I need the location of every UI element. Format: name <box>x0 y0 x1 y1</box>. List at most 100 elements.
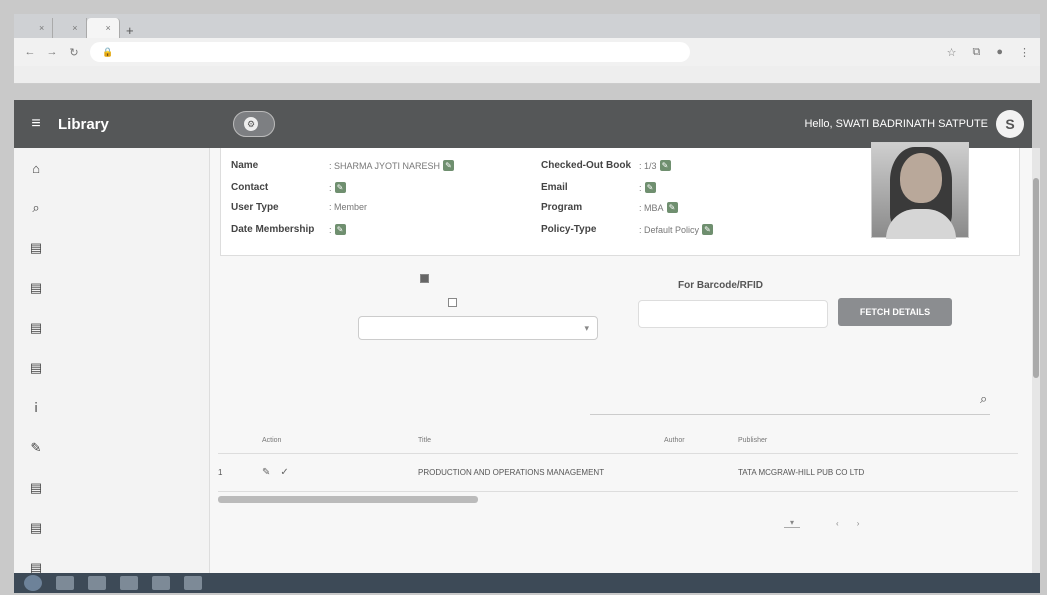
hamburger-menu-icon[interactable]: ≡ <box>14 115 58 133</box>
policy-value: : Default Policy ✎ <box>639 224 714 235</box>
browser-tab-active[interactable]: × <box>86 18 120 38</box>
prev-page-icon[interactable]: ‹ <box>836 519 839 528</box>
policy-text: : Default Policy <box>639 224 700 235</box>
taskbar-app[interactable] <box>120 576 138 590</box>
library-icon: ⚙ <box>244 117 258 131</box>
app-title: Library <box>58 115 109 133</box>
column-header[interactable]: Title <box>418 437 664 444</box>
close-icon[interactable]: × <box>72 23 77 33</box>
taskbar-app[interactable] <box>184 576 202 590</box>
row-number: 1 <box>218 468 223 477</box>
profile-icon[interactable]: ● <box>996 46 1003 59</box>
edit-icon[interactable]: ✎ <box>659 160 671 171</box>
policy-label: Policy-Type <box>541 224 597 235</box>
sidebar-item[interactable]: ⌕ <box>14 188 209 228</box>
contact-label: Contact <box>231 182 269 193</box>
column-header[interactable]: Author <box>664 437 738 444</box>
edit-icon[interactable]: ✎ <box>262 467 270 478</box>
bookmarks-bar <box>14 66 1040 84</box>
table-header: Action Title Author Publisher <box>218 428 1018 454</box>
search-icon[interactable]: ⌕ <box>980 391 987 407</box>
library-selector[interactable]: ⚙ <box>233 111 275 137</box>
edit-icon[interactable]: ✎ <box>644 182 656 193</box>
edit-icon[interactable]: ✎ <box>702 224 714 235</box>
back-icon[interactable]: ← <box>24 46 36 58</box>
program-text: : MBA <box>639 202 664 213</box>
user-type-value: : Member <box>329 202 368 212</box>
horizontal-scrollbar[interactable] <box>218 496 478 503</box>
extensions-icon[interactable]: ⧉ <box>972 46 980 59</box>
avatar[interactable]: S <box>996 110 1024 138</box>
contact-value: : ✎ <box>329 182 346 193</box>
more-icon[interactable]: ⋮ <box>1019 46 1030 59</box>
search-select[interactable]: ▾ <box>358 316 598 340</box>
issued-books-table: Action Title Author Publisher 1 ✎ ✓ PRODUCTION… <box>218 428 1018 492</box>
sidebar-item[interactable]: ⅰ <box>14 388 209 428</box>
book-icon: ▤ <box>29 240 43 255</box>
user-type-label: User Type <box>231 202 279 213</box>
new-tab-icon[interactable]: + <box>120 23 140 38</box>
taskbar-app[interactable] <box>88 576 106 590</box>
sidebar-item[interactable]: ▤ <box>14 228 209 268</box>
row-actions: ✎ ✓ <box>262 467 318 478</box>
browser-tab-bar: × × × + <box>14 14 1040 38</box>
sidebar-item[interactable]: ✎ <box>14 428 209 468</box>
checkbox[interactable] <box>448 298 457 307</box>
browser-tab[interactable]: × <box>53 18 87 38</box>
home-icon: ⌂ <box>32 160 40 176</box>
program-label: Program <box>541 202 583 213</box>
sidebar-item[interactable]: ▤ <box>14 508 209 548</box>
chevron-down-icon: ▾ <box>584 322 589 333</box>
edit-icon[interactable]: ✎ <box>334 224 346 235</box>
column-header[interactable]: Action <box>262 437 318 444</box>
edit-icon[interactable]: ✎ <box>443 160 455 171</box>
browser-tab[interactable]: × <box>20 18 54 38</box>
membership-label: Date Membership <box>231 224 315 235</box>
check-icon[interactable]: ✓ <box>280 467 288 478</box>
fetch-details-button[interactable]: FETCH DETAILS <box>838 298 952 326</box>
search-option-2[interactable] <box>448 298 463 307</box>
scrollbar-thumb[interactable] <box>1033 178 1039 378</box>
sidebar: ⌂ ⌕ ▤ ▤ ▤ ▤ ⅰ ✎ ▤ ▤ ▤ <box>14 148 210 575</box>
email-text: : <box>639 182 642 193</box>
search-option-1[interactable] <box>420 274 435 283</box>
column-header[interactable]: Publisher <box>738 437 1018 444</box>
sidebar-item[interactable]: ⌂ <box>14 148 209 188</box>
checkbox[interactable] <box>420 274 429 283</box>
vertical-scrollbar[interactable] <box>1032 148 1040 573</box>
checked-out-value: : 1/3 ✎ <box>639 160 671 171</box>
sidebar-item[interactable]: ▤ <box>14 268 209 308</box>
taskbar-app[interactable] <box>56 576 74 590</box>
sidebar-item[interactable]: ▤ <box>14 348 209 388</box>
start-button[interactable] <box>24 575 42 591</box>
reload-icon[interactable]: ↻ <box>68 46 80 59</box>
checked-out-label: Checked-Out Book <box>541 160 632 171</box>
member-photo <box>871 142 969 239</box>
close-icon[interactable]: × <box>106 23 111 33</box>
address-bar: ← → ↻ 🔒 ☆ ⧉ ● ⋮ <box>14 38 1040 66</box>
edit-icon[interactable]: ✎ <box>334 182 346 193</box>
email-value: : ✎ <box>639 182 656 193</box>
main-content: Name : SHARMA JYOTI NARESH ✎ Contact : ✎ U… <box>210 142 1032 573</box>
url-input[interactable]: 🔒 <box>90 42 690 62</box>
book-icon: ▤ <box>29 520 43 535</box>
book-icon: ▤ <box>29 320 43 335</box>
table-row[interactable]: 1 ✎ ✓ PRODUCTION AND OPERATIONS MANAGEMENT T… <box>218 454 1018 492</box>
membership-value: : ✎ <box>329 224 346 235</box>
sidebar-item[interactable]: ▤ <box>14 468 209 508</box>
name-text: : SHARMA JYOTI NARESH <box>329 160 441 171</box>
star-icon[interactable]: ☆ <box>947 46 957 59</box>
forward-icon[interactable]: → <box>46 46 58 58</box>
barcode-title: For Barcode/RFID <box>678 280 764 291</box>
close-icon[interactable]: × <box>39 23 44 33</box>
membership-text: : <box>329 224 332 235</box>
name-value: : SHARMA JYOTI NARESH ✎ <box>329 160 455 171</box>
next-page-icon[interactable]: › <box>857 519 860 528</box>
barcode-input[interactable] <box>638 300 828 328</box>
edit-icon[interactable]: ✎ <box>666 202 678 213</box>
checked-out-text: : 1/3 <box>639 160 657 171</box>
rows-per-page-select[interactable]: ▾ <box>784 518 801 528</box>
taskbar-app[interactable] <box>152 576 170 590</box>
sidebar-item[interactable]: ▤ <box>14 308 209 348</box>
contact-text: : <box>329 182 332 193</box>
